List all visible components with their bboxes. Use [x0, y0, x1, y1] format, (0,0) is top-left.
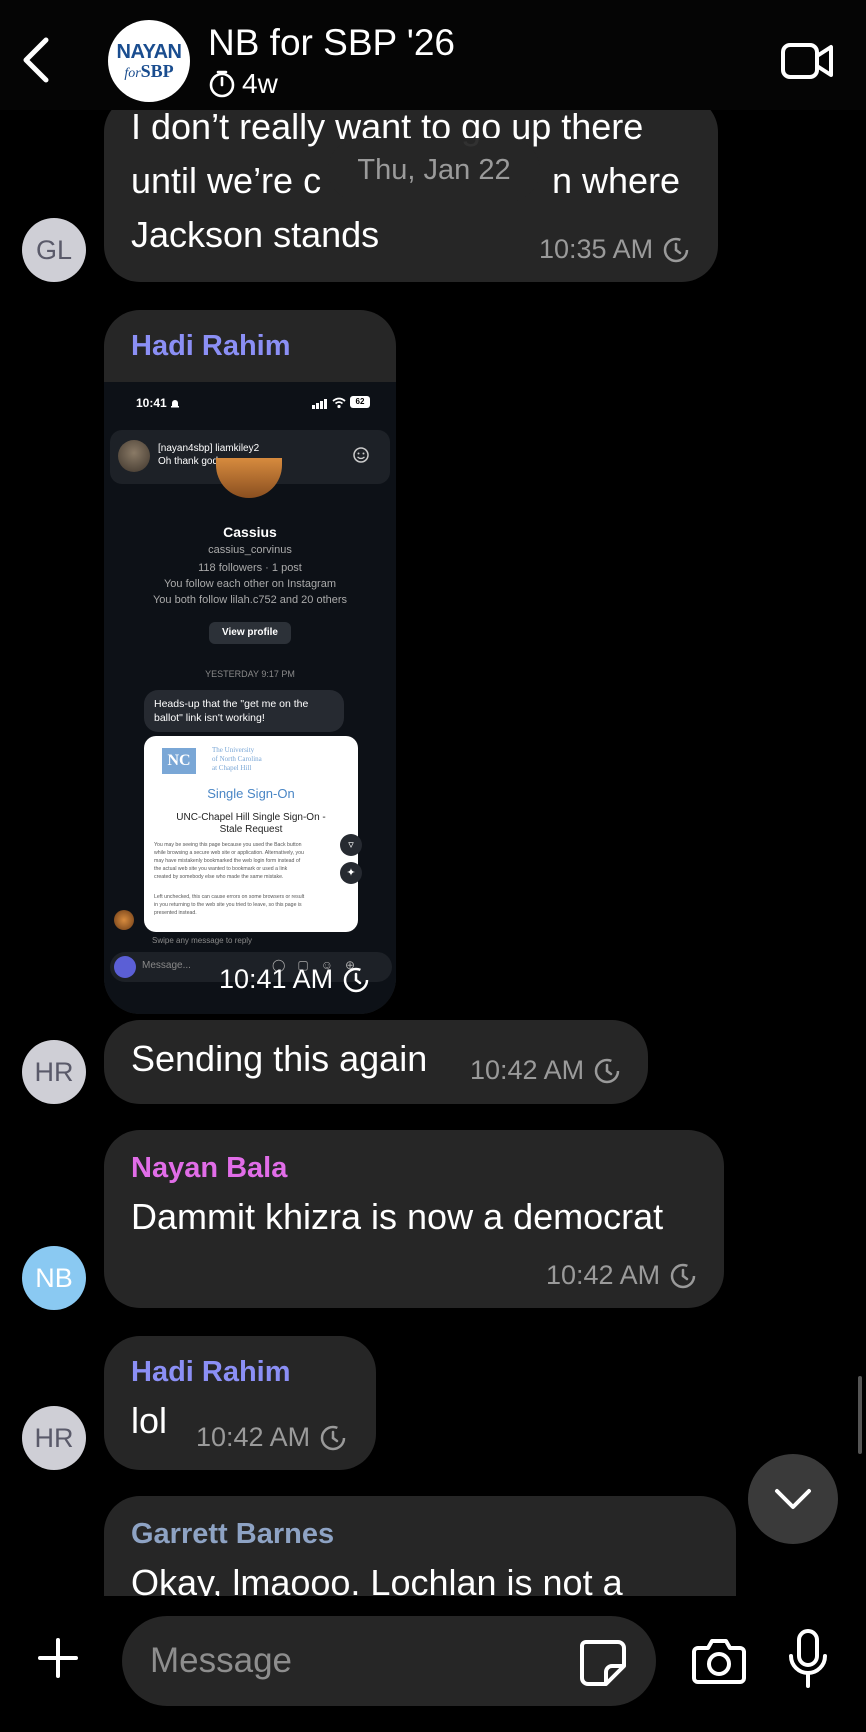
message-timestamp: 10:35 AM	[539, 234, 691, 265]
avatar-logo-subtext: forSBP	[124, 60, 174, 81]
message-timestamp: 10:42 AM	[546, 1260, 698, 1291]
avatar[interactable]: GL	[22, 218, 86, 282]
shot-sso-body: while browsing a secure web site or appl…	[154, 850, 304, 856]
shot-battery: 62	[350, 396, 370, 408]
shot-sso-body: in you returning to the web site you tri…	[154, 902, 302, 908]
shot-sso-body: presented instead.	[154, 910, 197, 916]
shot-stale-heading: Stale Request	[219, 824, 283, 835]
shot-sso-body: You may be seeing this page because you …	[154, 842, 302, 848]
sender-name: Hadi Rahim	[131, 330, 291, 362]
avatar-logo-text: NAYAN	[116, 40, 182, 63]
shot-sso-body: created by somebody else who made the sa…	[154, 874, 284, 880]
video-call-icon[interactable]	[780, 40, 834, 82]
shot-notification-body: Oh thank god	[158, 456, 219, 467]
shot-status-time: 10:41	[136, 396, 167, 410]
shot-signal-icon	[312, 399, 327, 409]
shot-share-icon: ▿	[340, 834, 362, 856]
message-text: n where	[552, 160, 681, 201]
avatar[interactable]: NB	[22, 1246, 86, 1310]
shot-sso-title: Single Sign-On	[207, 786, 295, 801]
shot-profile-name: Cassius	[223, 524, 277, 540]
shot-dm-text: Heads-up that the "get me on the	[154, 698, 309, 710]
shot-sender-avatar	[114, 910, 134, 930]
shot-dm-bubble	[144, 690, 344, 732]
shot-profile-photo	[216, 458, 282, 498]
chat-title[interactable]: NB for SBP '26	[208, 22, 455, 64]
message-text: Sending this again	[131, 1038, 428, 1079]
back-arrow-icon[interactable]	[12, 34, 60, 86]
shot-sso-body: Left unchecked, this can cause errors on…	[154, 894, 305, 900]
scroll-to-bottom-button[interactable]	[748, 1454, 838, 1544]
shot-notification-avatar	[118, 440, 150, 472]
message-text: Dammit khizra is now a democrat	[131, 1196, 664, 1237]
shot-profile-handle: cassius_corvinus	[208, 544, 292, 556]
timer-icon	[209, 70, 235, 98]
message-text: Jackson stands	[131, 214, 380, 255]
sender-name: Nayan Bala	[131, 1152, 288, 1184]
message-timestamp: 10:42 AM	[196, 1422, 348, 1453]
message-text: lol	[131, 1400, 168, 1441]
shot-unc-name: The University	[212, 746, 255, 754]
shot-unc-name: at Chapel Hill	[212, 764, 252, 772]
plus-icon[interactable]	[36, 1636, 80, 1680]
shot-bell-icon	[171, 400, 179, 408]
shot-swipe-hint: Swipe any message to reply	[152, 936, 253, 945]
disappearing-timer[interactable]: 4w	[208, 68, 278, 100]
message-text: until we’re c	[131, 160, 322, 201]
disappearing-timer-icon	[343, 967, 369, 992]
sender-name: Garrett Barnes	[131, 1518, 335, 1550]
shot-stale-heading: UNC-Chapel Hill Single Sign-On -	[176, 812, 326, 823]
message-timestamp: 10:42 AM	[470, 1055, 622, 1086]
group-avatar[interactable]: NAYAN forSBP	[108, 20, 190, 102]
shot-profile-line: You both follow lilah.c752 and 20 others	[152, 594, 348, 606]
shot-dm-text: ballot" link isn't working!	[154, 712, 265, 724]
date-separator: Thu, Jan 22	[328, 138, 540, 202]
sticker-icon[interactable]	[576, 1636, 628, 1688]
chevron-down-icon	[775, 1489, 811, 1509]
shot-unc-logo: NC	[162, 748, 196, 774]
disappearing-timer-icon	[670, 1263, 696, 1288]
disappearing-timer-icon	[320, 1425, 346, 1450]
camera-icon[interactable]	[692, 1634, 746, 1686]
image-timestamp: 10:41 AM	[219, 964, 371, 995]
shot-unc-name: of North Carolina	[212, 755, 262, 763]
shot-ai-icon: ✦	[340, 862, 362, 884]
chat-header: NAYAN forSBP NB for SBP '26 4w	[0, 0, 866, 110]
shot-wifi-icon	[332, 397, 346, 409]
avatar[interactable]: HR	[22, 1406, 86, 1470]
timer-label: 4w	[242, 68, 278, 99]
image-message-bubble[interactable]: Hadi Rahim 10:41 62 [nayan4sbp] liamkile…	[104, 310, 396, 1014]
shot-profile-line: You follow each other on Instagram	[163, 578, 337, 590]
disappearing-timer-icon	[663, 237, 689, 262]
shot-sso-body: the actual web site you wanted to bookma…	[154, 866, 288, 872]
shot-composer-placeholder: Message...	[142, 960, 191, 971]
shot-profile-stats: 118 followers · 1 post	[198, 562, 302, 574]
microphone-icon[interactable]	[788, 1628, 828, 1690]
shot-notification-title: [nayan4sbp] liamkiley2	[158, 443, 260, 454]
shared-screenshot-image[interactable]: 10:41 62 [nayan4sbp] liamkiley2 Oh thank…	[104, 382, 396, 1014]
shot-sso-body: may have mistakenly bookmarked the web l…	[154, 858, 301, 864]
shot-timestamp: YESTERDAY 9:17 PM	[205, 669, 295, 679]
shot-reaction-icon	[353, 447, 369, 463]
shot-view-profile-button: View profile	[209, 622, 291, 644]
scrollbar[interactable]	[858, 1376, 862, 1454]
disappearing-timer-icon	[594, 1058, 620, 1083]
sender-name: Hadi Rahim	[131, 1356, 291, 1388]
avatar[interactable]: HR	[22, 1040, 86, 1104]
shot-camera-icon	[114, 956, 136, 978]
